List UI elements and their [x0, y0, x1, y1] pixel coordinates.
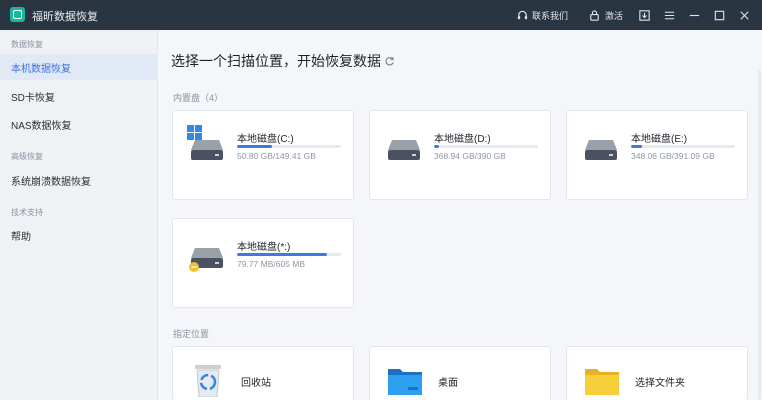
drive-card-unknown[interactable]: 本地磁盘(*:) 79.77 MB/605 MB [172, 218, 354, 308]
title-bar: 福昕数据恢复 联系我们 激活 [0, 0, 762, 30]
sidebar-group-support: 技术支持 [11, 208, 43, 217]
desktop-folder-icon [388, 369, 422, 395]
main-panel: 选择一个扫描位置，开始恢复数据 内置盘（4） 本地磁盘(C:) 50.80 GB… [159, 30, 762, 400]
page-title: 选择一个扫描位置，开始恢复数据 [171, 53, 381, 69]
location-name: 选择文件夹 [635, 378, 685, 389]
usage-bar [434, 145, 538, 148]
locations-label: 指定位置 [173, 329, 210, 339]
export-button[interactable] [637, 0, 651, 30]
hamburger-menu-icon [662, 8, 676, 22]
drive-name: 本地磁盘(*:) [237, 242, 291, 253]
hard-drive-icon [189, 248, 223, 272]
sidebar-item-label: 本机数据恢复 [11, 63, 71, 75]
drive-name: 本地磁盘(E:) [631, 134, 688, 145]
sidebar-item-sd-card[interactable]: SD卡恢复 [0, 83, 158, 109]
refresh-icon[interactable] [384, 54, 395, 66]
contact-us-label: 联系我们 [531, 10, 568, 21]
close-icon [737, 8, 751, 22]
maximize-button[interactable] [712, 0, 726, 30]
drive-size: 348.06 GB/391.09 GB [631, 151, 715, 161]
sidebar-group-advanced: 高级恢复 [11, 152, 43, 161]
sidebar-item-label: 系统崩溃数据恢复 [11, 176, 91, 188]
sidebar-item-nas[interactable]: NAS数据恢复 [0, 111, 158, 137]
location-card-choose-folder[interactable]: 选择文件夹 [566, 346, 748, 400]
recycle-bin-icon [195, 365, 221, 397]
close-button[interactable] [737, 0, 751, 30]
maximize-icon [712, 8, 726, 22]
drive-card-c[interactable]: 本地磁盘(C:) 50.80 GB/149.41 GB [172, 110, 354, 200]
hard-drive-icon [388, 140, 420, 160]
drive-card-d[interactable]: 本地磁盘(D:) 368.94 GB/390 GB [369, 110, 551, 200]
minimize-icon [687, 8, 701, 22]
usage-bar-fill [237, 145, 273, 148]
app-logo-icon [10, 7, 25, 22]
drive-card-e[interactable]: 本地磁盘(E:) 348.06 GB/391.09 GB [566, 110, 748, 200]
location-name: 桌面 [438, 378, 458, 389]
drive-name: 本地磁盘(D:) [434, 134, 491, 145]
sidebar-item-help[interactable]: 帮助 [0, 222, 158, 248]
minimize-button[interactable] [687, 0, 701, 30]
hard-drive-icon [585, 140, 617, 160]
drive-size: 50.80 GB/149.41 GB [237, 151, 316, 161]
contact-us-button[interactable]: 联系我们 [516, 0, 568, 30]
usage-bar [631, 145, 735, 148]
sidebar: 数据恢复 本机数据恢复 SD卡恢复 NAS数据恢复 高级恢复 系统崩溃数据恢复 … [0, 30, 158, 400]
usage-bar-fill [237, 253, 328, 256]
app-title: 福昕数据恢复 [32, 11, 98, 23]
usage-bar-fill [631, 145, 643, 148]
usage-bar [237, 253, 341, 256]
location-name: 回收站 [241, 378, 271, 389]
activate-label: 激活 [604, 10, 623, 21]
hard-drive-icon [191, 140, 223, 160]
usage-bar [237, 145, 341, 148]
drive-size: 79.77 MB/605 MB [237, 259, 306, 269]
activate-button[interactable]: 激活 [588, 0, 623, 30]
sidebar-group-data-recovery: 数据恢复 [11, 40, 43, 49]
usage-bar-fill [434, 145, 440, 148]
location-card-recycle-bin[interactable]: 回收站 [172, 346, 354, 400]
drive-name: 本地磁盘(C:) [237, 134, 294, 145]
folder-icon [585, 369, 619, 395]
sidebar-item-system-crash[interactable]: 系统崩溃数据恢复 [0, 167, 158, 193]
sidebar-item-label: NAS数据恢复 [11, 120, 72, 132]
sidebar-item-label: SD卡恢复 [11, 92, 55, 104]
sidebar-item-local-recovery[interactable]: 本机数据恢复 [0, 54, 158, 80]
location-card-desktop[interactable]: 桌面 [369, 346, 551, 400]
headset-icon [516, 8, 530, 22]
sidebar-item-label: 帮助 [11, 231, 31, 243]
internal-drives-label: 内置盘（4） [173, 93, 224, 103]
scrollbar[interactable] [758, 70, 761, 400]
lock-icon [588, 8, 602, 22]
menu-button[interactable] [662, 0, 676, 30]
download-icon [637, 8, 651, 22]
drive-size: 368.94 GB/390 GB [434, 151, 506, 161]
